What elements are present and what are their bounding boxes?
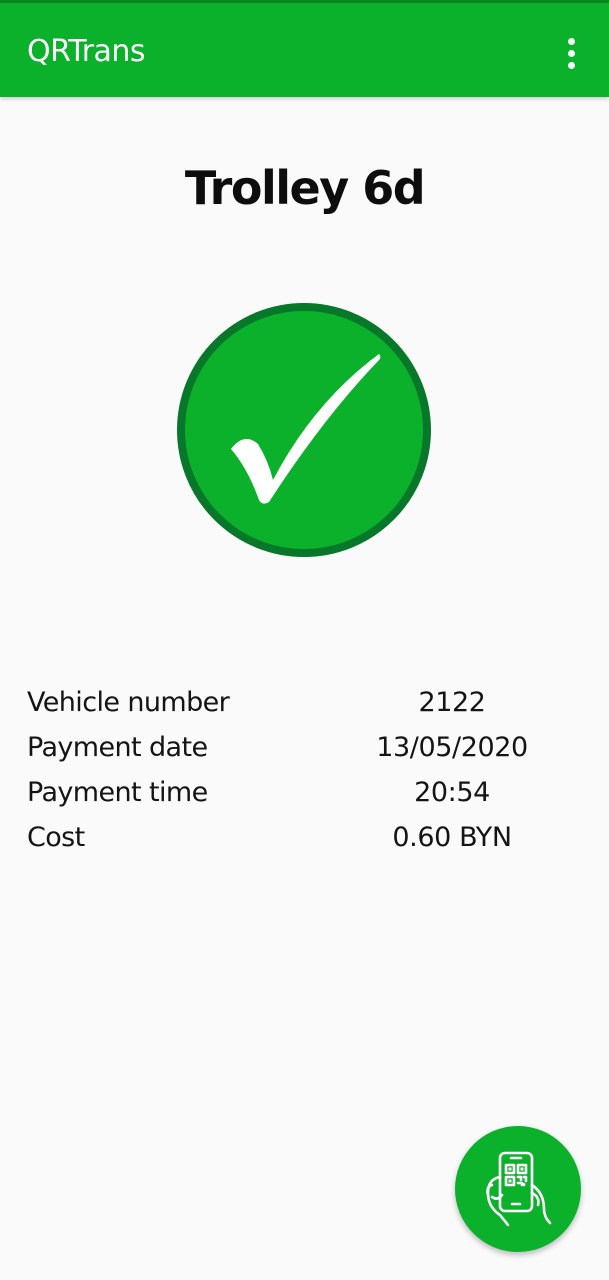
- check-circle-icon: [177, 303, 431, 557]
- menu-dot: [567, 49, 575, 57]
- detail-row-cost: Cost 0.60 BYN: [27, 815, 587, 860]
- detail-label: Payment date: [27, 732, 208, 763]
- scan-qr-fab[interactable]: [455, 1126, 581, 1252]
- detail-label: Payment time: [27, 777, 208, 808]
- detail-row-payment-time: Payment time 20:54: [27, 770, 587, 815]
- detail-value: 13/05/2020: [376, 732, 528, 763]
- detail-value: 0.60 BYN: [392, 822, 512, 853]
- route-title: Trolley 6d: [184, 161, 426, 215]
- ticket-details: Vehicle number 2122 Payment date 13/05/2…: [27, 680, 587, 860]
- menu-dot: [567, 37, 575, 45]
- menu-dot: [567, 61, 575, 69]
- app-title: QRTrans: [27, 34, 146, 69]
- detail-value: 20:54: [414, 777, 490, 808]
- detail-row-payment-date: Payment date 13/05/2020: [27, 725, 587, 770]
- phone-qr-scan-icon: [486, 1151, 552, 1227]
- app-bar: QRTrans: [0, 0, 609, 97]
- more-vert-icon[interactable]: [552, 31, 590, 75]
- app-screen: QRTrans Trolley 6d Vehicle number 2122 P…: [0, 0, 609, 1280]
- detail-label: Vehicle number: [27, 687, 230, 718]
- detail-value: 2122: [418, 687, 486, 718]
- detail-label: Cost: [27, 822, 85, 853]
- detail-row-vehicle-number: Vehicle number 2122: [27, 680, 587, 725]
